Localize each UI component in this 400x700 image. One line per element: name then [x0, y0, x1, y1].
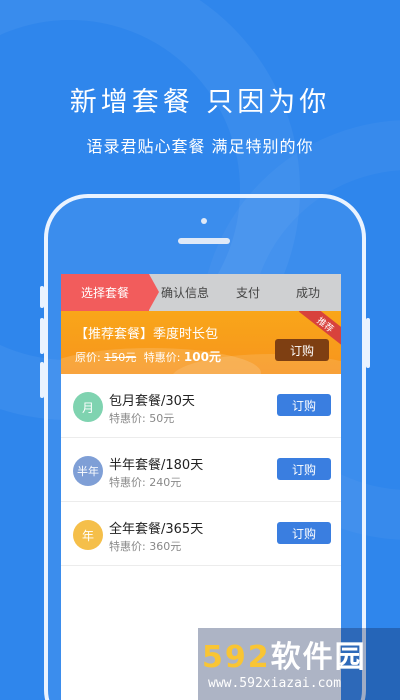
recommended-plan-card: 推荐 【推荐套餐】季度时长包 原价: 150元 特惠价: 100元 订购: [61, 311, 341, 374]
plan-row-yearly: 年 全年套餐/365天 特惠价: 360元 订购: [61, 502, 341, 566]
month-badge-icon: 月: [73, 392, 103, 422]
site-watermark: 592软件园 www.592xiazai.com: [198, 628, 400, 700]
step-pay: 支付: [235, 286, 260, 300]
phone-side-button: [40, 362, 44, 398]
step-success: 成功: [295, 286, 320, 300]
original-price-label: 原价:: [75, 351, 105, 364]
subscribe-monthly-button[interactable]: 订购: [277, 394, 331, 416]
watermark-digits: 592: [202, 640, 271, 675]
watermark-text: 软件园: [270, 640, 367, 675]
sale-price: 100元: [183, 350, 221, 364]
watermark-url: www.592xiazai.com: [208, 676, 342, 691]
subscribe-recommended-button[interactable]: 订购: [275, 339, 329, 361]
plan-row-monthly: 月 包月套餐/30天 特惠价: 50元 订购: [61, 374, 341, 438]
phone-side-button: [366, 318, 370, 368]
plan-price: 特惠价: 360元: [109, 540, 182, 553]
camera-icon: [201, 218, 207, 224]
promo-subline: 语录君贴心套餐 满足特别的你: [86, 137, 314, 156]
sale-price-label: 特惠价:: [143, 351, 184, 364]
plan-row-half-year: 半年 半年套餐/180天 特惠价: 240元 订购: [61, 438, 341, 502]
plan-name: 包月套餐/30天: [109, 394, 195, 409]
subscribe-yearly-button[interactable]: 订购: [277, 522, 331, 544]
year-badge-icon: 年: [73, 520, 103, 550]
plan-name: 全年套餐/365天: [109, 522, 204, 537]
speaker-icon: [178, 238, 230, 244]
step-select-plan: 选择套餐: [61, 274, 159, 311]
half-year-badge-icon: 半年: [73, 456, 103, 486]
phone-side-button: [40, 286, 44, 308]
watermark-logo: 592软件园: [202, 632, 367, 676]
original-price: 150元: [104, 351, 137, 364]
step-bar: 选择套餐 确认信息 支付 成功: [61, 274, 341, 311]
subscribe-half-year-button[interactable]: 订购: [277, 458, 331, 480]
plan-price: 特惠价: 240元: [109, 476, 182, 489]
plan-price: 特惠价: 50元: [109, 412, 175, 425]
step-confirm-info: 确认信息: [160, 286, 209, 300]
plan-name: 半年套餐/180天: [109, 458, 204, 473]
promo-headline: 新增套餐 只因为你: [69, 87, 331, 118]
phone-side-button: [40, 318, 44, 354]
